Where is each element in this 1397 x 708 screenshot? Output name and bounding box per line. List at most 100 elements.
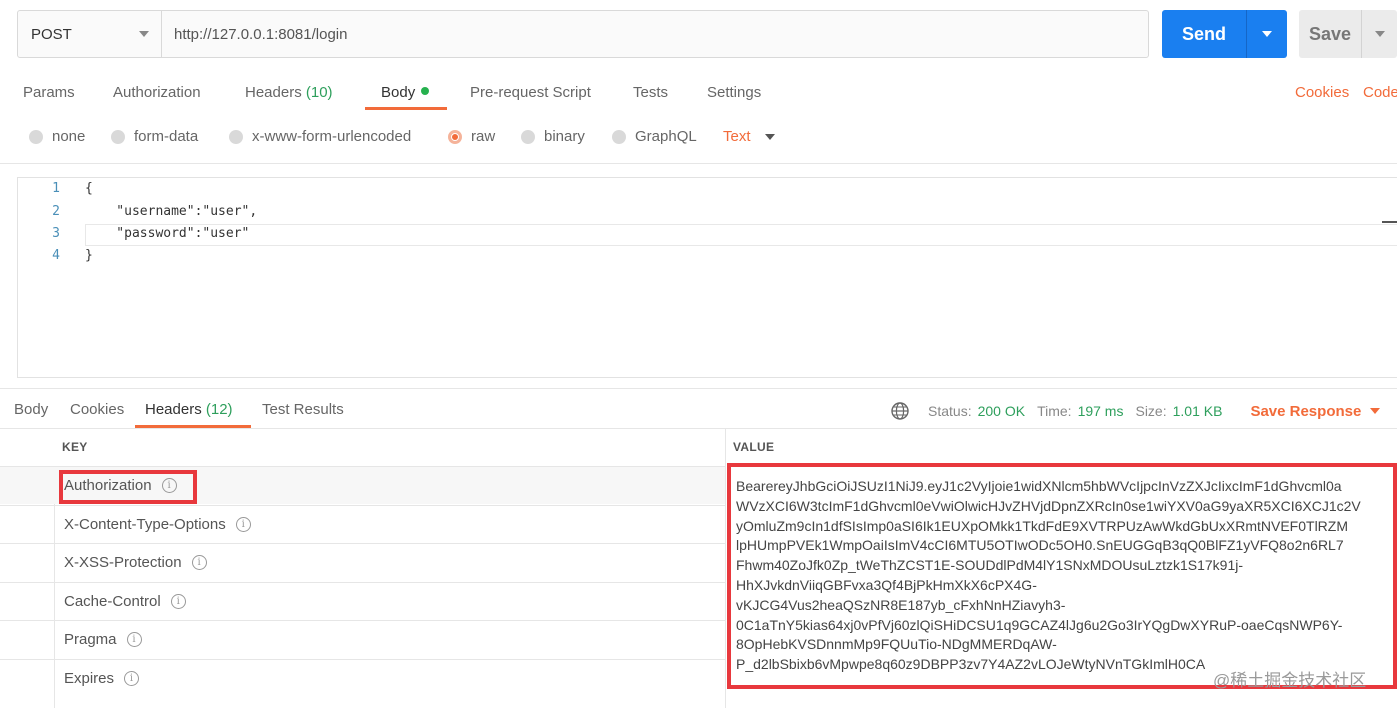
chevron-down-icon [1262, 31, 1272, 37]
code-line: { [85, 181, 93, 196]
size-value: 1.01 KB [1172, 403, 1223, 419]
tab-label: Headers [245, 84, 302, 101]
body-format-select[interactable]: Text [723, 128, 775, 145]
tab-settings[interactable]: Settings [707, 84, 761, 101]
tab-body[interactable]: Body [381, 84, 430, 101]
radio-label: form-data [134, 128, 199, 145]
method-select[interactable]: POST [18, 11, 162, 57]
tab-headers[interactable]: Headers (10) [245, 84, 333, 101]
radio-circle-icon [111, 129, 125, 144]
tab-label: Authorization [113, 84, 201, 101]
tab-label: Body [381, 84, 416, 101]
radio-label: none [52, 128, 86, 145]
request-tabs: Params Authorization Headers (10) Body P… [0, 81, 1397, 110]
cookies-link[interactable]: Cookies [1295, 84, 1349, 101]
response-tab-cookies[interactable]: Cookies [70, 401, 124, 418]
table-row: Pragma i [0, 620, 725, 658]
line-number: 4 [52, 248, 60, 263]
table-row: X-XSS-Protection i [0, 543, 725, 581]
radio-none[interactable]: none [29, 128, 85, 145]
response-tab-headers[interactable]: Headers (12) [145, 401, 233, 418]
radio-x-www-form-urlencoded[interactable]: x-www-form-urlencoded [229, 128, 411, 145]
tab-pre-request-script[interactable]: Pre-request Script [470, 84, 591, 101]
authorization-highlight-box [59, 470, 197, 504]
line-number: 2 [52, 204, 60, 219]
radio-binary[interactable]: binary [521, 128, 585, 145]
time-label: Time: [1037, 403, 1072, 419]
info-icon[interactable]: i [126, 632, 142, 647]
url-input[interactable] [162, 11, 1148, 57]
value-column-header: VALUE [733, 440, 775, 454]
radio-graphql[interactable]: GraphQL [612, 128, 697, 145]
header-key: Expires i [64, 670, 140, 687]
header-key: X-Content-Type-Options i [64, 516, 251, 533]
active-tab-indicator [365, 107, 447, 110]
code-line: } [85, 248, 93, 263]
radio-circle-icon [29, 129, 43, 144]
chevron-down-icon [764, 133, 775, 140]
tab-tests[interactable]: Tests [633, 84, 668, 101]
radio-circle-icon [612, 129, 626, 144]
table-row: X-Content-Type-Options i [0, 505, 725, 543]
info-icon[interactable]: i [235, 517, 251, 532]
tab-authorization[interactable]: Authorization [113, 84, 201, 101]
divider [0, 163, 1397, 164]
watermark: @稀土掘金技术社区 [1213, 671, 1367, 690]
save-options-button[interactable] [1362, 10, 1397, 58]
radio-label: binary [544, 128, 585, 145]
radio-circle-icon [521, 129, 535, 144]
radio-label: raw [471, 128, 496, 145]
save-response-label: Save Response [1250, 402, 1362, 420]
header-key-label: Cache-Control [64, 593, 161, 610]
info-icon[interactable]: i [170, 594, 186, 609]
info-icon[interactable]: i [124, 671, 140, 686]
code-line: "password":"user" [85, 226, 250, 241]
radio-raw[interactable]: raw [448, 128, 495, 145]
code-link[interactable]: Code [1363, 84, 1397, 101]
authorization-value: BearereyJhbGciOiJSUzI1NiJ9.eyJ1c2VyIjoie… [736, 478, 1361, 673]
line-number-gutter: 1 2 3 4 [18, 178, 68, 377]
send-label: Send [1181, 23, 1226, 44]
response-tab-test-results[interactable]: Test Results [262, 401, 344, 418]
authorization-value-highlight-box: BearereyJhbGciOiJSUzI1NiJ9.eyJ1c2VyIjoie… [727, 463, 1397, 689]
chevron-down-icon [1374, 31, 1385, 37]
response-status-bar: Status: 200 OK Time: 197 ms Size: 1.01 K… [890, 401, 1381, 421]
tab-label: Pre-request Script [470, 84, 591, 101]
header-key-label: Expires [64, 670, 115, 687]
radio-label: x-www-form-urlencoded [252, 128, 412, 145]
send-options-button[interactable] [1247, 10, 1287, 58]
radio-circle-icon [229, 129, 243, 144]
radio-form-data[interactable]: form-data [111, 128, 198, 145]
header-key: X-XSS-Protection i [64, 554, 207, 571]
send-button[interactable]: Send [1162, 10, 1287, 58]
request-url-bar: POST [17, 10, 1149, 58]
chevron-down-icon [1370, 408, 1381, 414]
response-tab-body[interactable]: Body [14, 401, 48, 418]
globe-icon[interactable] [890, 401, 910, 421]
table-row: Expires i [0, 659, 725, 697]
tab-label: Settings [707, 84, 762, 101]
tab-params[interactable]: Params [23, 84, 75, 101]
column-divider [725, 428, 726, 708]
code-line: "username":"user", [85, 204, 258, 219]
time-value: 197 ms [1077, 403, 1124, 419]
body-editor[interactable]: 1 2 3 4 { "username":"user", "password":… [17, 177, 1397, 378]
tab-label: Body [14, 401, 49, 418]
header-key: Pragma i [64, 631, 142, 648]
status-value: 200 OK [977, 403, 1026, 419]
tab-label: Cookies [70, 401, 125, 418]
header-key-label: X-Content-Type-Options [64, 516, 226, 533]
format-label: Text [723, 128, 751, 145]
save-button[interactable]: Save [1299, 10, 1397, 58]
header-key-label: X-XSS-Protection [64, 554, 182, 571]
status-label: Status: [928, 403, 972, 419]
tab-label: Test Results [262, 401, 344, 418]
radio-selected-icon [448, 129, 462, 144]
table-row: Cache-Control i [0, 582, 725, 620]
tab-count-badge: (12) [205, 401, 233, 418]
info-icon[interactable]: i [191, 555, 207, 570]
divider [0, 388, 1397, 389]
save-label: Save [1308, 23, 1352, 44]
active-dot-icon [421, 87, 430, 95]
save-response-button[interactable]: Save Response [1250, 402, 1381, 420]
